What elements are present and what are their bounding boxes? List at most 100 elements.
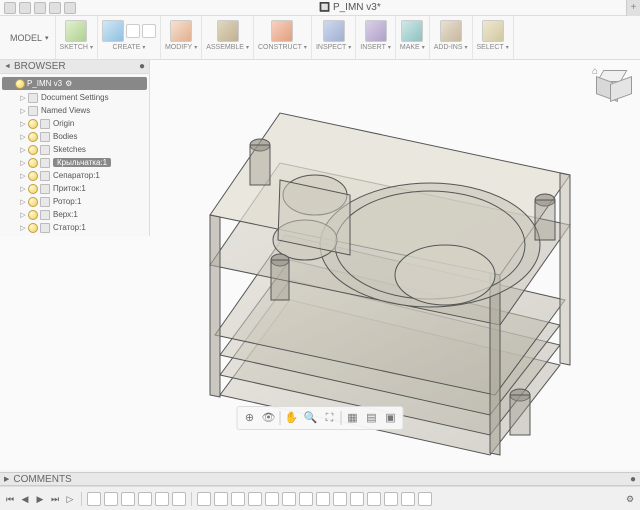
- timeline-start-button[interactable]: ⏮: [4, 493, 16, 505]
- pin-icon[interactable]: ●: [139, 61, 145, 72]
- timeline-settings-icon[interactable]: ⚙: [624, 493, 636, 505]
- modify-icon[interactable]: [170, 20, 192, 42]
- sketch-icon[interactable]: [65, 20, 87, 42]
- expand-icon[interactable]: ▷: [18, 133, 28, 141]
- timeline-feature-icon[interactable]: [121, 492, 135, 506]
- timeline-feature-icon[interactable]: [367, 492, 381, 506]
- collapse-icon[interactable]: ◄: [4, 63, 11, 70]
- ribbon-label-sketch[interactable]: SKETCH: [60, 44, 93, 51]
- tree-item-origin[interactable]: ▷Origin: [0, 117, 149, 130]
- viewport-icon[interactable]: ▣: [383, 410, 399, 426]
- timeline-feature-icon[interactable]: [418, 492, 432, 506]
- ribbon-label-construct[interactable]: CONSTRUCT: [258, 44, 307, 51]
- ribbon-label-inspect[interactable]: INSPECT: [316, 44, 351, 51]
- ribbon-label-addins[interactable]: ADD-INS: [434, 44, 468, 51]
- make-icon[interactable]: [401, 20, 423, 42]
- expand-icon[interactable]: ◢: [5, 80, 15, 88]
- workspace-switcher[interactable]: MODEL: [4, 16, 56, 59]
- ribbon-label-assemble[interactable]: ASSEMBLE: [206, 44, 249, 51]
- visibility-icon[interactable]: [28, 210, 38, 220]
- select-icon[interactable]: [482, 20, 504, 42]
- timeline-play-button[interactable]: ▷: [64, 493, 76, 505]
- timeline-end-button[interactable]: ⏭: [49, 493, 61, 505]
- tree-item-document-settings[interactable]: ▷Document Settings: [0, 91, 149, 104]
- visibility-icon[interactable]: [28, 197, 38, 207]
- expand-icon[interactable]: ▷: [18, 146, 28, 154]
- timeline-feature-icon[interactable]: [282, 492, 296, 506]
- timeline-feature-icon[interactable]: [265, 492, 279, 506]
- file-button[interactable]: [19, 2, 31, 14]
- tree-item-component-stator[interactable]: ▷Статор:1: [0, 221, 149, 234]
- tree-item-bodies[interactable]: ▷Bodies: [0, 130, 149, 143]
- timeline-feature-icon[interactable]: [248, 492, 262, 506]
- expand-icon[interactable]: ▷: [18, 224, 28, 232]
- tree-item-component-rotor[interactable]: ▷Ротор:1: [0, 195, 149, 208]
- fit-icon[interactable]: ⛶: [322, 410, 338, 426]
- timeline-feature-icon[interactable]: [316, 492, 330, 506]
- zoom-icon[interactable]: 🔍: [303, 410, 319, 426]
- redo-button[interactable]: [64, 2, 76, 14]
- ribbon-label-create[interactable]: CREATE: [113, 44, 146, 51]
- ribbon-label-make[interactable]: MAKE: [400, 44, 425, 51]
- expand-icon[interactable]: ▷: [18, 172, 28, 180]
- app-menu-button[interactable]: [4, 2, 16, 14]
- visibility-icon[interactable]: [28, 119, 38, 129]
- browser-header[interactable]: ◄ BROWSER ●: [0, 60, 149, 74]
- tree-item-component-separator[interactable]: ▷Сепаратор:1: [0, 169, 149, 182]
- visibility-icon[interactable]: [28, 223, 38, 233]
- timeline-feature-icon[interactable]: [87, 492, 101, 506]
- tree-item-component-inlet[interactable]: ▷Приток:1: [0, 182, 149, 195]
- tree-root[interactable]: ◢ P_IMN v3 ⚙: [2, 77, 147, 90]
- pin-icon[interactable]: ●: [630, 474, 636, 485]
- visibility-icon[interactable]: [28, 158, 38, 168]
- timeline-feature-icon[interactable]: [333, 492, 347, 506]
- tree-item-component-impeller[interactable]: ▷Крыльчатка:1: [0, 156, 149, 169]
- ribbon-label-select[interactable]: SELECT: [477, 44, 509, 51]
- tree-item-sketches[interactable]: ▷Sketches: [0, 143, 149, 156]
- expand-icon[interactable]: ▷: [18, 198, 28, 206]
- create-box-icon[interactable]: [102, 20, 124, 42]
- visibility-icon[interactable]: [15, 79, 25, 89]
- expand-icon[interactable]: ▶: [4, 475, 9, 483]
- expand-icon[interactable]: ▷: [18, 159, 28, 167]
- display-icon[interactable]: ▦: [345, 410, 361, 426]
- expand-icon[interactable]: ▷: [18, 107, 28, 115]
- expand-icon[interactable]: ▷: [18, 120, 28, 128]
- timeline-feature-icon[interactable]: [138, 492, 152, 506]
- insert-icon[interactable]: [365, 20, 387, 42]
- ribbon-label-modify[interactable]: MODIFY: [165, 44, 197, 51]
- visibility-icon[interactable]: [28, 184, 38, 194]
- timeline-forward-button[interactable]: ▶: [34, 493, 46, 505]
- comments-panel[interactable]: ▶ COMMENTS ●: [0, 472, 640, 486]
- timeline-feature-icon[interactable]: [401, 492, 415, 506]
- timeline-feature-icon[interactable]: [350, 492, 364, 506]
- grid-icon[interactable]: ▤: [364, 410, 380, 426]
- expand-icon[interactable]: ▷: [18, 94, 28, 102]
- timeline-feature-icon[interactable]: [214, 492, 228, 506]
- construct-icon[interactable]: [271, 20, 293, 42]
- timeline-back-button[interactable]: ◀: [19, 493, 31, 505]
- addins-icon[interactable]: [440, 20, 462, 42]
- look-icon[interactable]: 👁: [261, 410, 277, 426]
- inspect-icon[interactable]: [323, 20, 345, 42]
- timeline-feature-icon[interactable]: [384, 492, 398, 506]
- timeline-feature-icon[interactable]: [172, 492, 186, 506]
- create-revolve-icon[interactable]: [142, 24, 156, 38]
- visibility-icon[interactable]: [28, 132, 38, 142]
- assemble-icon[interactable]: [217, 20, 239, 42]
- timeline-feature-icon[interactable]: [104, 492, 118, 506]
- tree-item-named-views[interactable]: ▷Named Views: [0, 104, 149, 117]
- orbit-icon[interactable]: ⊕: [242, 410, 258, 426]
- undo-button[interactable]: [49, 2, 61, 14]
- timeline-feature-icon[interactable]: [197, 492, 211, 506]
- expand-icon[interactable]: ▷: [18, 211, 28, 219]
- timeline-feature-icon[interactable]: [231, 492, 245, 506]
- timeline-feature-icon[interactable]: [299, 492, 313, 506]
- expand-icon[interactable]: ▷: [18, 185, 28, 193]
- new-tab-button[interactable]: +: [626, 0, 640, 16]
- timeline-feature-icon[interactable]: [155, 492, 169, 506]
- pan-icon[interactable]: ✋: [284, 410, 300, 426]
- visibility-icon[interactable]: [28, 145, 38, 155]
- visibility-icon[interactable]: [28, 171, 38, 181]
- tree-item-component-top[interactable]: ▷Верх:1: [0, 208, 149, 221]
